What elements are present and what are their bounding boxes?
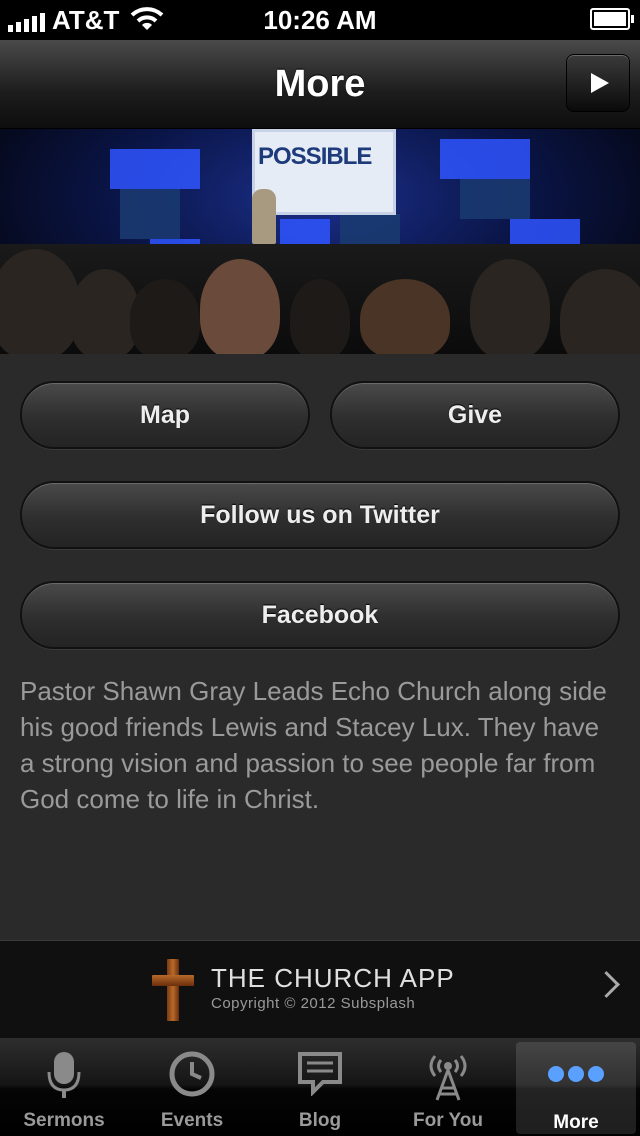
navigation-bar: More bbox=[0, 40, 640, 129]
tab-label: Blog bbox=[298, 1110, 342, 1131]
tab-more[interactable]: More bbox=[516, 1042, 636, 1134]
tab-events[interactable]: Events bbox=[128, 1038, 256, 1136]
more-dots-icon bbox=[548, 1066, 604, 1082]
tab-for-you[interactable]: For You bbox=[384, 1038, 512, 1136]
page-title: More bbox=[274, 63, 366, 105]
battery-icon bbox=[590, 8, 634, 30]
tab-sermons[interactable]: Sermons bbox=[0, 1038, 128, 1136]
give-button[interactable]: Give bbox=[330, 381, 620, 449]
banner-copyright: Copyright © 2012 Subsplash bbox=[211, 995, 416, 1012]
status-time: 10:26 AM bbox=[263, 5, 377, 35]
twitter-button[interactable]: Follow us on Twitter bbox=[20, 481, 620, 549]
tab-label: Events bbox=[160, 1110, 224, 1131]
tab-label: Sermons bbox=[23, 1110, 105, 1131]
tab-blog[interactable]: Blog bbox=[256, 1038, 384, 1136]
map-button[interactable]: Map bbox=[20, 381, 310, 449]
church-app-banner[interactable]: THE CHURCH APP Copyright © 2012 Subsplas… bbox=[0, 940, 640, 1039]
status-bar: AT&T 10:26 AM bbox=[0, 0, 640, 40]
hero-image: POSSIBLE bbox=[0, 129, 640, 354]
stage-screen-text: POSSIBLE bbox=[258, 143, 372, 170]
tab-label: For You bbox=[412, 1110, 484, 1131]
facebook-button[interactable]: Facebook bbox=[20, 581, 620, 649]
description-text: Pastor Shawn Gray Leads Echo Church alon… bbox=[20, 676, 607, 814]
cross-icon bbox=[152, 959, 194, 1021]
play-button[interactable] bbox=[566, 54, 630, 112]
tab-bar: Sermons Events Blog For You More bbox=[0, 1038, 640, 1136]
broadcast-tower-icon bbox=[429, 1055, 467, 1101]
clock-icon bbox=[169, 1051, 215, 1097]
tab-label: More bbox=[553, 1112, 599, 1133]
microphone-icon bbox=[47, 1052, 81, 1098]
chevron-right-icon bbox=[593, 971, 620, 998]
banner-title: THE CHURCH APP bbox=[211, 963, 455, 993]
speech-bubble-icon bbox=[298, 1052, 342, 1096]
